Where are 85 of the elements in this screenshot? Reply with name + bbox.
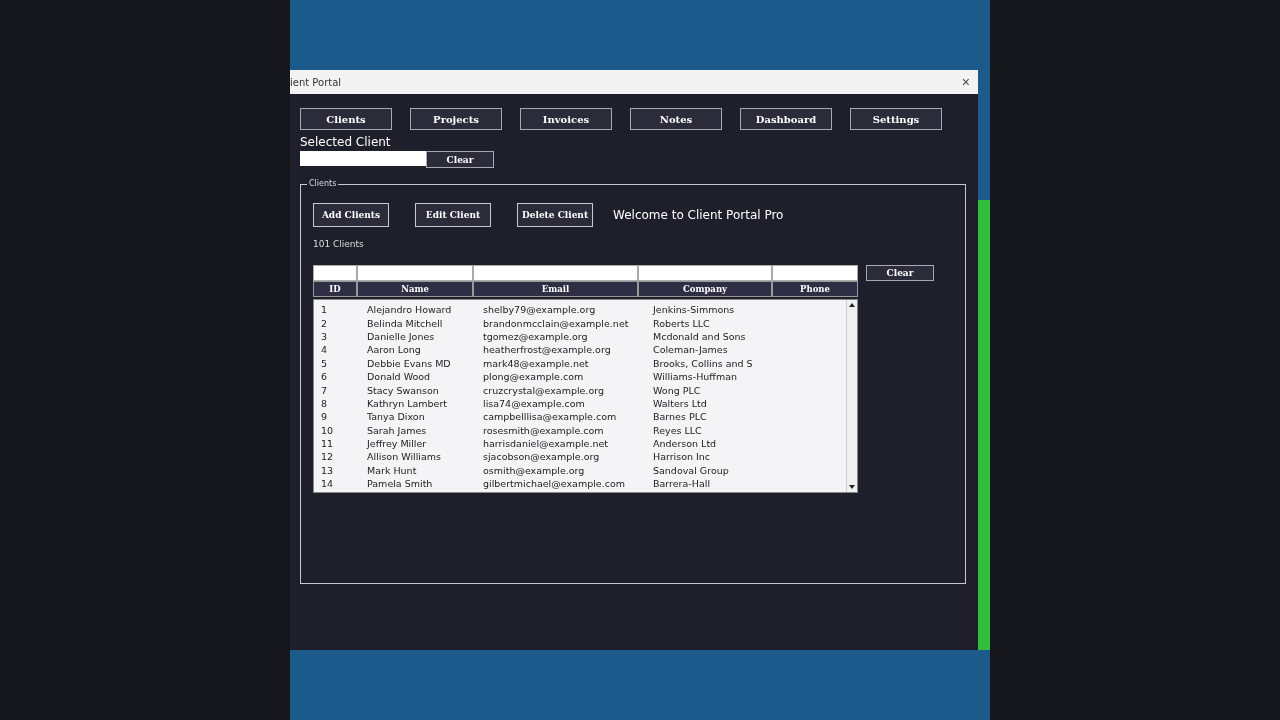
table-cell-text: 5 <box>321 357 329 369</box>
column-header[interactable]: Phone <box>772 281 858 297</box>
action-button[interactable]: Add Clients <box>313 203 389 227</box>
table-cell-text: 8 <box>321 397 329 409</box>
clear-filter-button[interactable]: Clear <box>866 265 934 281</box>
close-button[interactable]: × <box>961 75 970 89</box>
table-cell-text: Aaron Long <box>367 344 422 356</box>
table-cell-text: Jeffrey Miller <box>367 438 428 450</box>
action-button[interactable]: Delete Client <box>517 203 593 227</box>
tab[interactable]: Dashboard <box>740 108 832 130</box>
welcome-text: Welcome to Client Portal Pro <box>613 208 784 222</box>
column-header[interactable]: Email <box>473 281 638 297</box>
table-cell-text: rosesmith@example.com <box>483 424 605 436</box>
table-cell-text: Jenkins-Simmons <box>653 304 736 316</box>
table-cell-text: brandonmcclain@example.net <box>483 317 630 329</box>
table-cell-text: 6 <box>321 371 329 383</box>
table-cell-text: Sandoval Group <box>653 464 730 476</box>
tab[interactable]: Notes <box>630 108 722 130</box>
table-cell-text: mark48@example.net <box>483 357 590 369</box>
table-cell-text: shelby79@example.org <box>483 304 597 316</box>
table-cell-text: Donald Wood <box>367 371 432 383</box>
table-cell-text: 4 <box>321 344 329 356</box>
table-cell-text: tgomez@example.org <box>483 330 589 342</box>
window-title: ient Portal <box>290 76 342 88</box>
table-cell-text: Roberts LLC <box>653 317 711 329</box>
table-cell-text: lisa74@example.com <box>483 397 586 409</box>
scrollbar[interactable] <box>846 300 857 492</box>
client-count: 101 Clients <box>313 239 364 249</box>
table-cell-text: 7 <box>321 384 329 396</box>
column-header[interactable]: Company <box>638 281 772 297</box>
clear-button[interactable]: Clear <box>426 151 494 168</box>
table-cell-text: Wong PLC <box>653 384 702 396</box>
table-cell-text: Coleman-James <box>653 344 729 356</box>
table-cell-text: 11 <box>321 438 335 450</box>
table-cell-text: Anderson Ltd <box>653 438 718 450</box>
table-cell-text: campbelllisa@example.com <box>483 411 618 423</box>
table-cell-text: 14 <box>321 478 335 490</box>
table-cell-text: 12 <box>321 451 335 463</box>
column-header[interactable]: Name <box>357 281 473 297</box>
table-cell-text: Harrison Inc <box>653 451 712 463</box>
table-cell-text: Danielle Jones <box>367 330 436 342</box>
table-cell-text: 13 <box>321 464 335 476</box>
table-cell-text: 2 <box>321 317 329 329</box>
table-cell-text: Tanya Dixon <box>367 411 426 423</box>
table-cell-text: Barrera-Hall <box>653 478 712 490</box>
filter-field[interactable] <box>357 265 473 281</box>
table-cell-text: Kathryn Lambert <box>367 397 449 409</box>
table-cell-text: Mark Hunt <box>367 464 418 476</box>
selected-client-label: Selected Client <box>300 135 392 149</box>
table-cell-text: Debbie Evans MD <box>367 357 452 369</box>
table-cell-text: 9 <box>321 411 329 423</box>
tab[interactable]: Clients <box>300 108 392 130</box>
tab[interactable]: Settings <box>850 108 942 130</box>
table-cell-text: harrisdaniel@example.net <box>483 438 610 450</box>
table-cell-text: 3 <box>321 330 329 342</box>
table-cell-text: Stacy Swanson <box>367 384 440 396</box>
filter-field[interactable] <box>313 265 357 281</box>
table-cell-text: Alejandro Howard <box>367 304 453 316</box>
table-cell-text: 10 <box>321 424 335 436</box>
table-cell-text: Sarah James <box>367 424 428 436</box>
table-cell-text: gilbertmichael@example.com <box>483 478 626 490</box>
group-title: Clients <box>307 179 339 188</box>
column-header[interactable]: ID <box>313 281 357 297</box>
table-cell-text: osmith@example.org <box>483 464 586 476</box>
table-cell-text: heatherfrost@example.org <box>483 344 612 356</box>
table-cell-text: Walters Ltd <box>653 397 708 409</box>
filter-field[interactable] <box>473 265 638 281</box>
table-cell-text: sjacobson@example.org <box>483 451 601 463</box>
table-cell-text: Barnes PLC <box>653 411 708 423</box>
table-cell-text: 1 <box>321 304 329 316</box>
table-cell-text: Reyes LLC <box>653 424 703 436</box>
filter-field[interactable] <box>772 265 858 281</box>
selected-client-field[interactable] <box>300 151 426 166</box>
tab[interactable]: Invoices <box>520 108 612 130</box>
filter-field[interactable] <box>638 265 772 281</box>
table-cell-text: Allison Williams <box>367 451 442 463</box>
table-cell-text: Belinda Mitchell <box>367 317 444 329</box>
table-cell-text: plong@example.com <box>483 371 585 383</box>
action-button[interactable]: Edit Client <box>415 203 491 227</box>
table-cell-text: Pamela Smith <box>367 478 434 490</box>
tab[interactable]: Projects <box>410 108 502 130</box>
table-cell-text: Brooks, Collins and S <box>653 357 754 369</box>
table-cell-text: Mcdonald and Sons <box>653 330 747 342</box>
table-cell-text: cruzcrystal@example.org <box>483 384 605 396</box>
table-cell-text: Williams-Huffman <box>653 371 738 383</box>
